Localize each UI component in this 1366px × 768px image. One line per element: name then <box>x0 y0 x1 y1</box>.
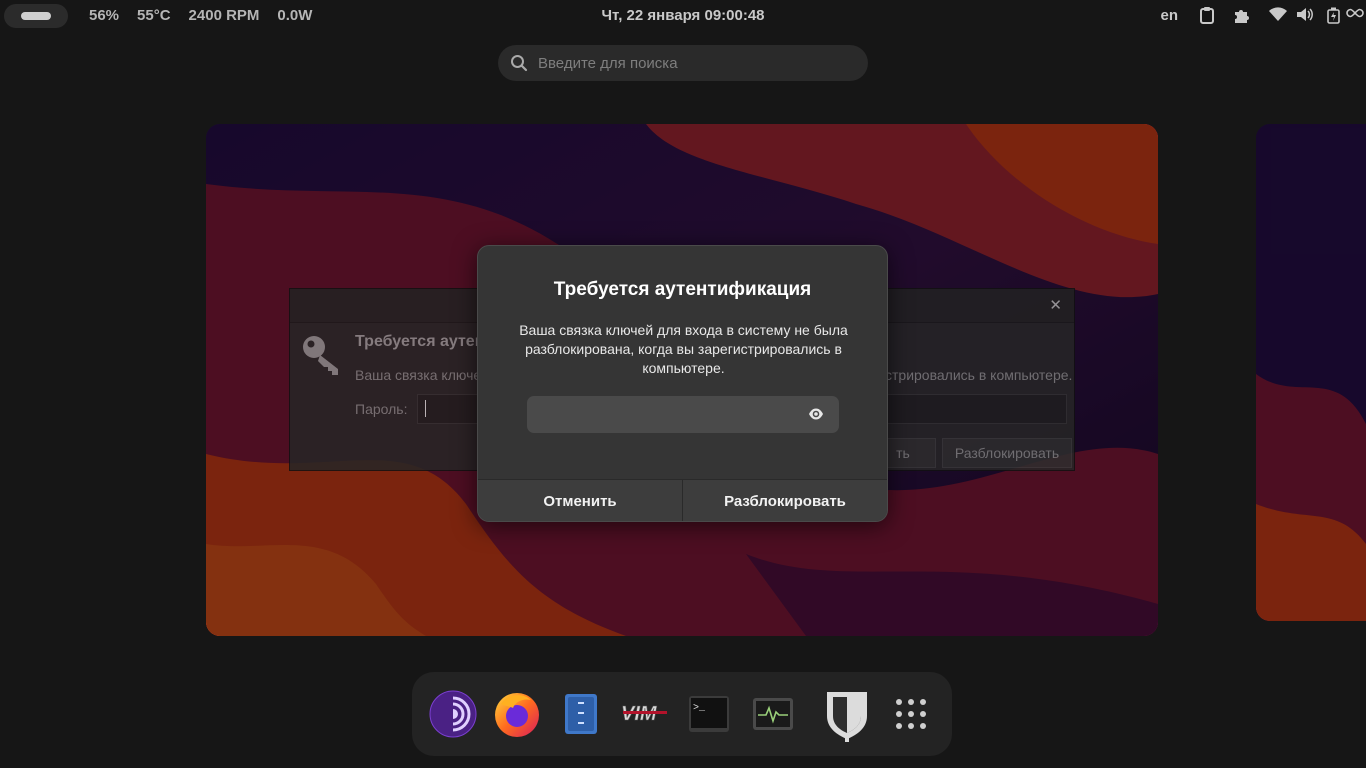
system-monitor-icon[interactable] <box>749 690 797 738</box>
next-workspace-thumbnail[interactable] <box>1256 124 1366 621</box>
file-manager-icon[interactable] <box>557 690 605 738</box>
wallpaper-next <box>1256 124 1366 621</box>
keepassxc-icon[interactable] <box>822 686 872 742</box>
svg-text:>_: >_ <box>693 703 706 714</box>
wifi-icon[interactable] <box>1269 7 1287 22</box>
app-grid-icon[interactable] <box>887 690 935 738</box>
search-bar[interactable] <box>498 45 868 81</box>
vim-icon[interactable]: VIM <box>621 690 669 738</box>
background-unlock-label: Разблокировать <box>954 445 1060 461</box>
keyboard-layout[interactable]: en <box>1160 7 1178 24</box>
authentication-dialog: Требуется аутентификация Ваша связка клю… <box>477 245 888 522</box>
terminal-icon[interactable]: >_ <box>685 690 733 738</box>
text-caret <box>425 400 426 417</box>
key-icon <box>303 336 338 375</box>
battery-icon[interactable] <box>1327 7 1340 24</box>
background-title: Требуется аутен <box>355 333 485 350</box>
clipboard-icon[interactable] <box>1200 7 1214 24</box>
search-input[interactable] <box>538 45 858 81</box>
background-unlock-button: Разблокировать <box>942 438 1072 468</box>
dialog-message: Ваша связка ключей для входа в систему н… <box>519 322 848 376</box>
firefox-icon[interactable] <box>493 690 541 738</box>
dialog-title: Требуется аутентификация <box>553 279 812 300</box>
top-bar: 56% 55°C 2400 RPM 0.0W Чт, 22 января 09:… <box>0 0 1366 32</box>
dialog-buttons: Отменить Разблокировать <box>478 479 887 521</box>
background-message: Ваша связка ключе <box>355 367 482 383</box>
password-input[interactable] <box>527 396 839 433</box>
search-icon <box>511 55 528 72</box>
link-icon[interactable] <box>1346 7 1364 19</box>
unlock-button[interactable]: Разблокировать <box>682 480 887 521</box>
password-label: Пароль: <box>355 401 408 417</box>
cancel-button[interactable]: Отменить <box>478 480 682 521</box>
tor-browser-icon[interactable] <box>429 690 477 738</box>
system-tray: en <box>1146 6 1366 26</box>
volume-icon[interactable] <box>1296 7 1314 22</box>
background-message-right: стрировались в компьютере. <box>885 367 1073 383</box>
dock: VIM >_ <box>412 672 952 756</box>
close-icon: ✕ <box>1049 297 1062 314</box>
background-cancel-label: ть <box>896 445 910 461</box>
extensions-icon[interactable] <box>1233 7 1250 24</box>
show-password-icon[interactable] <box>808 406 824 422</box>
